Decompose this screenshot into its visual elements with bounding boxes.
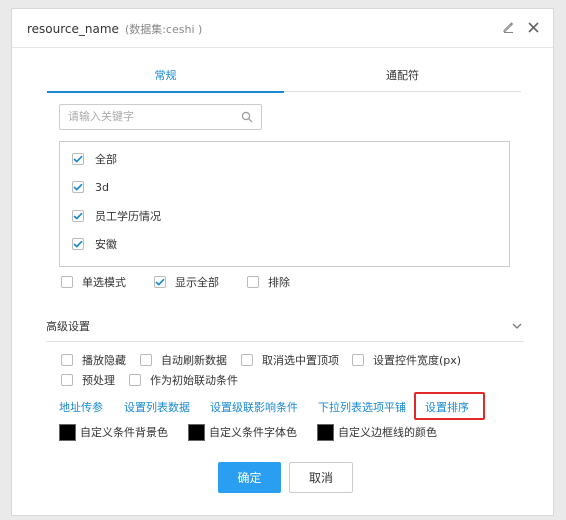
close-icon[interactable] (524, 18, 542, 36)
list-item[interactable]: 全部 (72, 150, 117, 168)
dropdown-tile-options-link[interactable]: 下拉列表选项平铺 (318, 399, 406, 415)
set-cascade-conditions-link[interactable]: 设置级联影响条件 (210, 399, 298, 415)
exclude-option[interactable]: 排除 (247, 274, 290, 290)
dialog-titlebar: resource_name (数据集:ceshi ) (12, 9, 553, 48)
search-box (59, 104, 262, 130)
option-label: 设置控件宽度(px) (373, 354, 462, 367)
advanced-settings-title[interactable]: 高级设置 (46, 318, 90, 334)
checkbox[interactable] (72, 210, 84, 222)
single-select-option[interactable]: 单选模式 (61, 274, 126, 290)
tab-wildcard[interactable]: 通配符 (284, 67, 521, 91)
dialog-title: resource_name (数据集:ceshi ) (27, 21, 202, 37)
checkbox[interactable] (61, 354, 73, 366)
custom-bg-color-option[interactable]: 自定义条件背景色 (59, 423, 168, 441)
checkbox[interactable] (72, 238, 84, 250)
option-label: 显示全部 (175, 276, 219, 289)
list-item-label: 3d (95, 180, 109, 194)
address-params-link[interactable]: 地址传参 (59, 399, 103, 415)
preprocess-option[interactable]: 预处理 (61, 372, 115, 388)
checkbox[interactable] (72, 181, 84, 193)
color-swatch[interactable] (59, 423, 76, 441)
chevron-down-icon[interactable] (512, 320, 522, 333)
list-item[interactable]: 3d (72, 178, 109, 196)
option-label: 自动刷新数据 (161, 354, 227, 367)
checkbox[interactable] (129, 374, 141, 386)
option-label: 单选模式 (82, 276, 126, 289)
checkbox[interactable] (352, 354, 364, 366)
color-swatch[interactable] (188, 423, 205, 441)
list-item[interactable]: 安徽 (72, 235, 117, 253)
checkbox[interactable] (61, 374, 73, 386)
resource-settings-dialog: resource_name (数据集:ceshi ) 常规 通配符 全部 3d 员… (11, 8, 554, 516)
list-item-label: 全部 (95, 153, 117, 166)
dialog-subtitle: (数据集:ceshi ) (124, 23, 203, 36)
list-item[interactable]: 员工学历情况 (72, 207, 161, 225)
checkbox[interactable] (241, 354, 253, 366)
color-swatch[interactable] (317, 423, 334, 441)
option-label: 预处理 (82, 374, 115, 387)
initial-linkage-option[interactable]: 作为初始联动条件 (129, 372, 238, 388)
set-list-data-link[interactable]: 设置列表数据 (124, 399, 190, 415)
section-divider (46, 341, 524, 342)
option-label: 排除 (268, 276, 290, 289)
play-hide-option[interactable]: 播放隐藏 (61, 352, 126, 368)
option-label: 作为初始联动条件 (150, 374, 238, 387)
option-label: 自定义条件字体色 (209, 426, 297, 439)
highlight-box (414, 392, 485, 420)
show-all-option[interactable]: 显示全部 (154, 274, 219, 290)
tab-general[interactable]: 常规 (47, 67, 284, 93)
checkbox[interactable] (154, 276, 166, 288)
list-item-label: 员工学历情况 (95, 210, 161, 223)
pencil-icon[interactable] (499, 18, 517, 36)
custom-border-color-option[interactable]: 自定义边框线的颜色 (317, 423, 437, 441)
checkbox[interactable] (140, 354, 152, 366)
checkbox[interactable] (72, 153, 84, 165)
cancel-button[interactable]: 取消 (289, 462, 353, 493)
option-label: 播放隐藏 (82, 354, 126, 367)
control-width-option[interactable]: 设置控件宽度(px) (352, 352, 461, 368)
option-label: 自定义边框线的颜色 (338, 426, 437, 439)
tab-bar: 常规 通配符 (47, 67, 521, 93)
list-item-label: 安徽 (95, 238, 117, 251)
value-list: 全部 3d 员工学历情况 安徽 (59, 141, 510, 267)
checkbox[interactable] (247, 276, 259, 288)
checkbox[interactable] (61, 276, 73, 288)
unpin-selected-option[interactable]: 取消选中置顶项 (241, 352, 339, 368)
search-icon[interactable] (241, 111, 253, 126)
custom-font-color-option[interactable]: 自定义条件字体色 (188, 423, 297, 441)
search-input[interactable] (68, 110, 238, 123)
option-label: 取消选中置顶项 (262, 354, 339, 367)
dialog-title-text: resource_name (27, 22, 119, 36)
option-label: 自定义条件背景色 (80, 426, 168, 439)
confirm-button[interactable]: 确定 (218, 462, 281, 493)
auto-refresh-option[interactable]: 自动刷新数据 (140, 352, 227, 368)
